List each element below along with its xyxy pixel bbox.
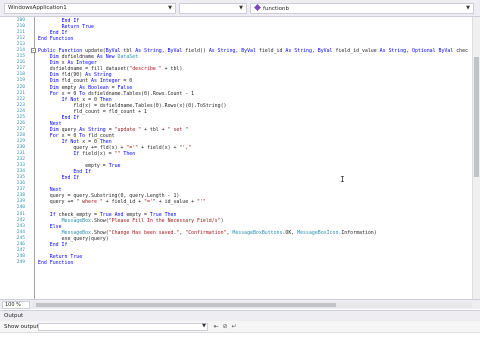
method-combo[interactable]: functionb ▼ bbox=[250, 3, 474, 14]
code-lines[interactable]: 209 End If 210 Return True 211 End If 212 En… bbox=[0, 18, 480, 266]
horizontal-scrollbar-thumb[interactable] bbox=[36, 303, 336, 307]
code-text: End Function bbox=[38, 260, 73, 266]
method-combo-value: functionb bbox=[263, 6, 289, 12]
class-combo[interactable]: ▼ bbox=[179, 3, 247, 14]
project-combo-value: WindowsApplication1 bbox=[8, 5, 67, 11]
vertical-scrollbar-thumb[interactable] bbox=[474, 57, 479, 177]
output-panel-title: Output bbox=[0, 311, 480, 321]
line-number: 249 bbox=[16, 259, 25, 265]
output-toolbar: Show output from: ▼ ⇤ ⊘ ↵ bbox=[0, 321, 480, 333]
find-message-icon[interactable]: ⇤ bbox=[212, 323, 220, 331]
method-icon bbox=[254, 4, 261, 11]
collapse-icon[interactable]: − bbox=[31, 48, 36, 54]
zoom-level[interactable]: 100 % bbox=[2, 301, 30, 309]
code-editor[interactable]: 209 End If 210 Return True 211 End If 212 En… bbox=[0, 17, 480, 299]
navigation-bar: WindowsApplication1 ▼ ▼ functionb ▼ bbox=[0, 0, 480, 17]
chevron-down-icon[interactable]: ▼ bbox=[166, 4, 174, 13]
ibeam-cursor-icon: I bbox=[340, 175, 345, 184]
chevron-down-icon[interactable]: ▼ bbox=[202, 323, 206, 329]
chevron-down-icon[interactable]: ▼ bbox=[237, 4, 245, 13]
zoom-value: 100 % bbox=[5, 302, 21, 308]
editor-footer: 100 % bbox=[0, 299, 480, 309]
chevron-down-icon[interactable]: ▼ bbox=[464, 4, 472, 13]
code-line[interactable]: 249 End Function bbox=[0, 260, 480, 266]
toggle-word-wrap-icon[interactable]: ↵ bbox=[230, 323, 238, 331]
output-panel: Output Show output from: ▼ ⇤ ⊘ ↵ bbox=[0, 310, 480, 360]
output-source-select[interactable]: ▼ bbox=[38, 323, 208, 331]
horizontal-scrollbar[interactable] bbox=[32, 302, 472, 308]
code-token: End Function bbox=[38, 259, 74, 266]
output-text-area[interactable] bbox=[0, 333, 480, 360]
clear-all-icon[interactable]: ⊘ bbox=[221, 323, 229, 331]
vertical-scrollbar[interactable] bbox=[472, 17, 480, 299]
project-combo[interactable]: WindowsApplication1 ▼ bbox=[4, 3, 176, 14]
